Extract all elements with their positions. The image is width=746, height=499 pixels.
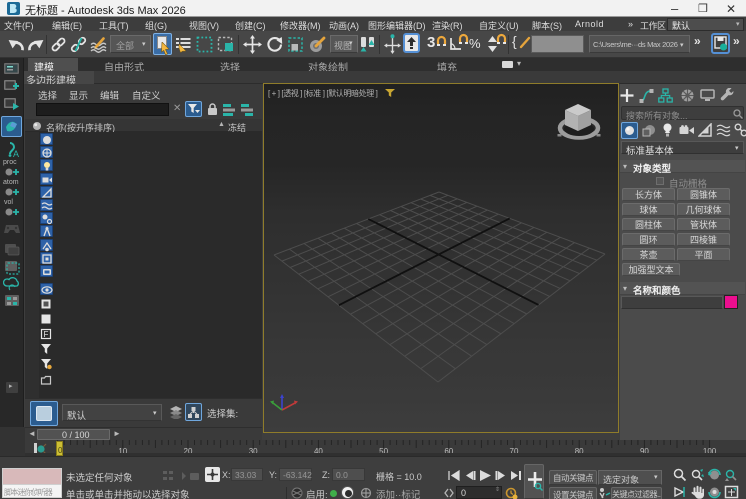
svg-text:A: A (13, 149, 19, 158)
svg-text:F: F (44, 330, 49, 339)
